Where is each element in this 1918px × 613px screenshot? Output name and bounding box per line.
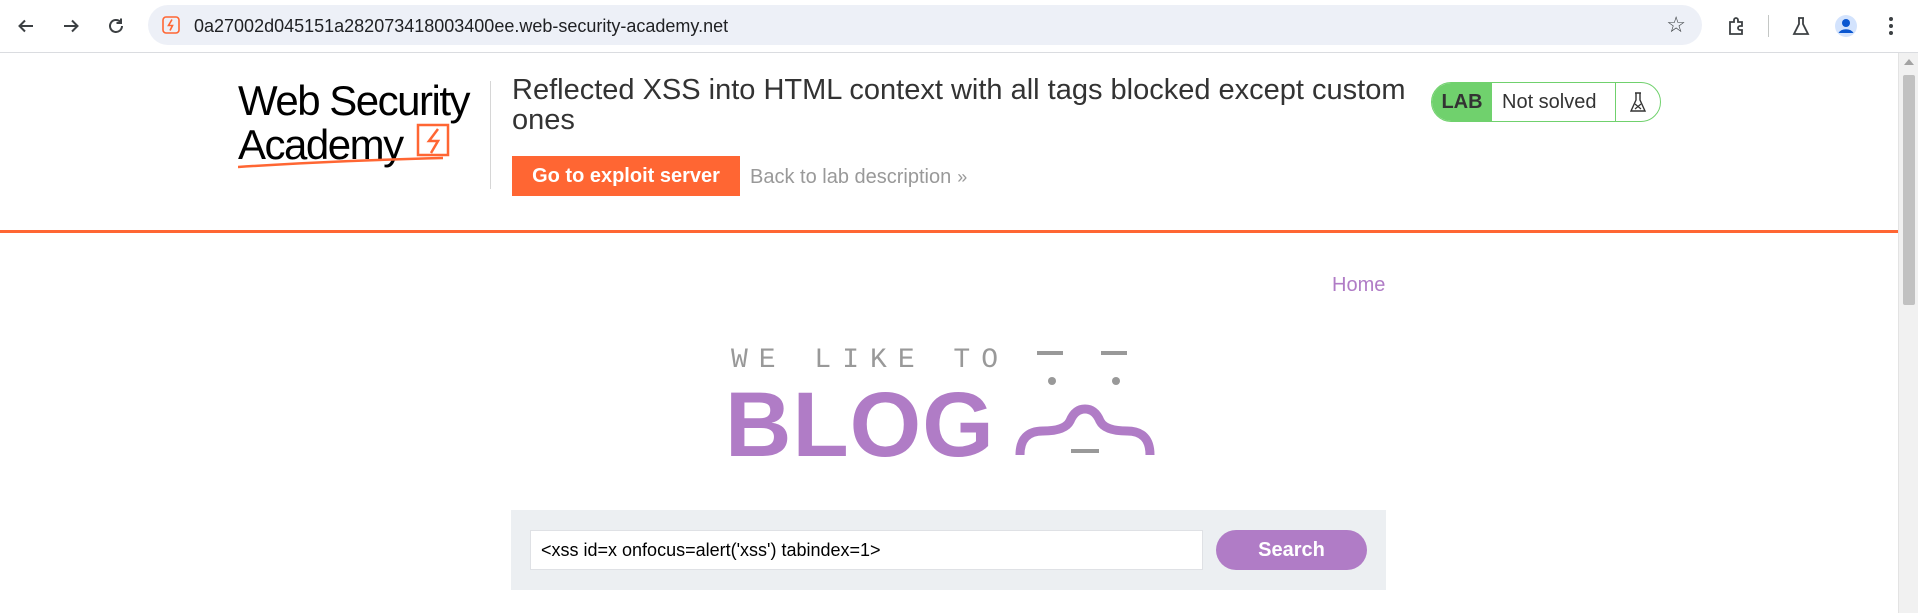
search-input[interactable]: <xss id=x onfocus=alert('xss') tabindex=…: [530, 530, 1203, 570]
menu-kebab-icon[interactable]: [1877, 12, 1905, 40]
toolbar-divider: [1768, 15, 1769, 37]
go-to-exploit-server-button[interactable]: Go to exploit server: [512, 156, 740, 196]
extensions-icon[interactable]: [1722, 12, 1750, 40]
reload-icon[interactable]: [102, 12, 130, 40]
scrollbar-thumb[interactable]: [1903, 75, 1915, 305]
home-nav-link[interactable]: Home: [1332, 274, 1385, 297]
academy-lab-header: Web Security Academy Reflected XSS into …: [0, 53, 1898, 233]
lab-tag: LAB: [1432, 83, 1492, 121]
blog-wordmark: BLOG: [725, 374, 995, 476]
blog-face-icon: [1015, 351, 1155, 456]
browser-toolbar: 0a27002d045151a282073418003400ee.web-sec…: [0, 0, 1918, 53]
forward-arrow-icon[interactable]: [57, 12, 85, 40]
lab-status-badge: LAB Not solved: [1431, 82, 1661, 122]
address-bar[interactable]: 0a27002d045151a282073418003400ee.web-sec…: [148, 5, 1702, 45]
back-link-label: Back to lab description: [750, 166, 952, 188]
scroll-up-arrow-icon[interactable]: [1904, 59, 1914, 65]
site-favicon-icon: [162, 16, 180, 34]
search-button[interactable]: Search: [1216, 530, 1367, 570]
double-chevron-right-icon: »: [957, 167, 968, 187]
lab-flask-icon: [1615, 83, 1660, 121]
web-security-academy-logo[interactable]: Web Security Academy: [238, 79, 488, 171]
blog-tagline: WE LIKE TO: [731, 345, 1010, 376]
blog-logo: WE LIKE TO BLOG: [725, 345, 1175, 471]
search-panel: <xss id=x onfocus=alert('xss') tabindex=…: [511, 510, 1386, 590]
back-arrow-icon[interactable]: [12, 12, 40, 40]
logo-lightning-icon: [238, 123, 450, 169]
labs-flask-icon[interactable]: [1787, 12, 1815, 40]
bookmark-star-icon[interactable]: ☆: [1666, 12, 1686, 38]
back-to-lab-description-link[interactable]: Back to lab description»: [750, 166, 967, 189]
page-scrollbar[interactable]: [1898, 53, 1918, 613]
url-text: 0a27002d045151a282073418003400ee.web-sec…: [194, 16, 729, 36]
lab-status-text: Not solved: [1502, 91, 1597, 113]
lab-title: Reflected XSS into HTML context with all…: [512, 74, 1406, 136]
header-divider: [490, 81, 491, 189]
profile-avatar-icon[interactable]: [1832, 12, 1860, 40]
